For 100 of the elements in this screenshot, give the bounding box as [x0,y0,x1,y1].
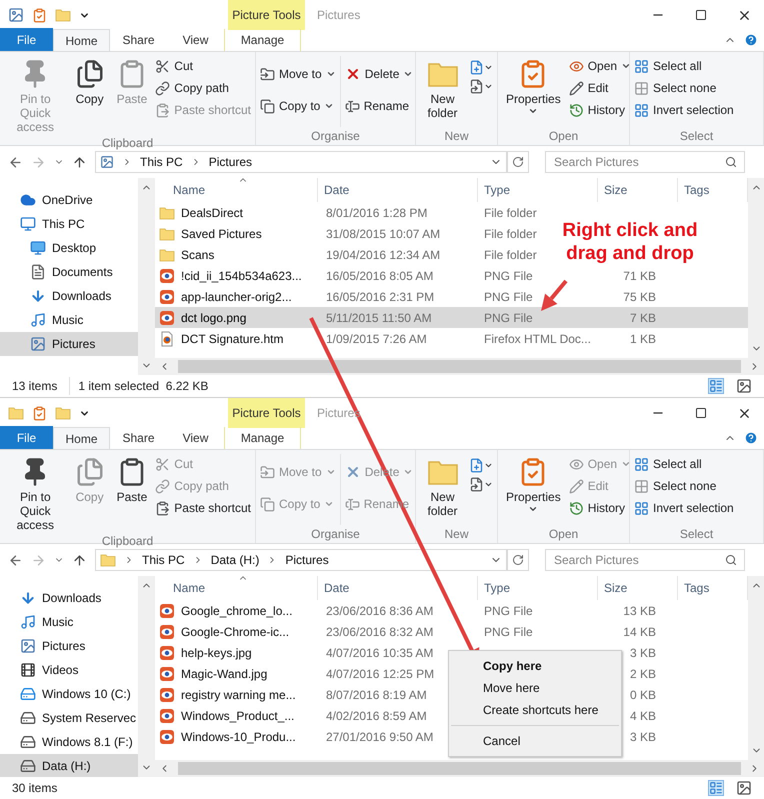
file-name[interactable]: DealsDirect [181,204,244,222]
refresh-button[interactable] [507,549,529,571]
breadcrumb[interactable]: This PC [142,551,185,569]
column-header[interactable]: Size [598,178,678,202]
ribbon-tab[interactable]: Share [110,29,167,51]
ribbon-button[interactable]: Copy to [260,96,336,116]
ribbon-button[interactable]: Properties [502,454,565,525]
ribbon-button[interactable]: Select all [634,56,734,76]
column-header[interactable]: Type [478,178,598,202]
column-header[interactable]: Date [318,576,478,600]
column-header[interactable]: Size [598,576,678,600]
easy-access-button[interactable] [469,79,493,94]
file-name[interactable]: dct logo.png [181,308,246,326]
ribbon-tab[interactable]: Home [53,29,110,51]
file-name[interactable]: Windows_Product_... [181,706,294,724]
nav-item[interactable]: System Reservec [0,706,138,730]
ribbon-button[interactable]: Invert selection [634,498,734,518]
file-name[interactable]: Google_chrome_lo... [181,602,292,620]
ribbon-button[interactable]: Edit [568,78,632,98]
nav-item[interactable]: Pictures [0,332,138,356]
nav-item[interactable]: Downloads [0,586,138,610]
help-icon[interactable] [744,431,758,445]
ribbon-button[interactable]: Cut [155,56,251,76]
ribbon-button[interactable]: Move to [260,64,336,84]
ribbon-button[interactable]: Select none [634,78,734,98]
column-header[interactable]: Date [318,178,478,202]
file-name[interactable]: Google-Chrome-ic... [181,622,290,640]
ribbon-tab[interactable]: Share [110,427,167,449]
horizontal-scroll-bar[interactable] [155,760,764,777]
breadcrumb[interactable]: Pictures [285,551,329,569]
ribbon-tab[interactable]: View [167,427,224,449]
file-tab[interactable]: File [0,426,53,449]
ribbon-tab[interactable]: Home [53,427,110,449]
nav-item[interactable]: Desktop [0,236,138,260]
nav-item[interactable]: Windows 8.1 (F:) [0,730,138,754]
nav-item[interactable]: Music [0,610,138,634]
file-name[interactable]: Windows-10_Produ... [181,728,296,746]
refresh-button[interactable] [507,151,529,173]
nav-item[interactable]: Music [0,308,138,332]
ribbon-button[interactable]: Copy [70,56,109,134]
ribbon-button[interactable]: Select none [634,476,734,496]
ribbon-button[interactable]: History [568,498,632,518]
ribbon-button[interactable]: Pin to Quick access [4,454,67,532]
details-view-icon[interactable] [708,780,724,796]
column-header[interactable]: Name [155,178,318,202]
help-icon[interactable] [744,33,758,47]
ribbon-button[interactable]: Paste [112,454,152,532]
menu-item[interactable]: Cancel [449,730,621,752]
ribbon-tab[interactable]: View [167,29,224,51]
menu-item[interactable]: Move here [449,677,621,699]
column-header[interactable]: Name [155,576,318,600]
nav-item[interactable]: Windows 10 (C:) [0,682,138,706]
ribbon-tab[interactable]: Manage [224,427,301,449]
ribbon-button[interactable]: Open [568,56,632,76]
file-name[interactable]: !cid_ii_154b534a623... [181,266,302,284]
ribbon-button[interactable]: History [568,100,632,120]
back-icon[interactable] [8,154,23,170]
file-name[interactable]: Scans [181,246,214,264]
address-bar[interactable]: This PC Data (H:) Pictures [95,549,507,571]
file-name[interactable]: help-keys.jpg [181,644,252,662]
new-item-button[interactable] [469,60,493,75]
column-header[interactable]: Type [478,576,598,600]
file-tab[interactable]: File [0,28,53,51]
ribbon-button[interactable]: Rename [344,96,414,116]
nav-item[interactable]: Documents [0,260,138,284]
horizontal-scroll-bar[interactable] [155,358,764,375]
breadcrumb[interactable]: Data (H:) [210,551,260,569]
address-bar[interactable]: This PC Pictures [95,151,507,173]
ribbon-tab[interactable]: Manage [224,29,301,51]
nav-item[interactable]: Pictures [0,634,138,658]
file-name[interactable]: Magic-Wand.jpg [181,664,268,682]
breadcrumb[interactable]: Pictures [208,153,252,171]
back-icon[interactable] [8,552,23,568]
nav-item[interactable]: Videos [0,658,138,682]
maximize-icon[interactable] [695,407,707,419]
breadcrumb[interactable]: This PC [140,153,183,171]
file-name[interactable]: app-launcher-orig2... [181,288,292,306]
ribbon-button[interactable]: Paste shortcut [155,498,251,518]
ribbon-button[interactable]: New folder [420,454,465,525]
search-field[interactable]: Search Pictures [545,549,745,571]
ribbon-button[interactable]: Delete [344,64,414,84]
file-name[interactable]: DCT Signature.htm [181,330,284,348]
easy-access-button[interactable] [469,477,493,492]
nav-item[interactable]: Data (H:) [0,754,138,777]
ribbon-button[interactable]: Copy path [155,78,251,98]
new-item-button[interactable] [469,458,493,473]
ribbon-button[interactable]: Invert selection [634,100,734,120]
nav-item[interactable]: Downloads [0,284,138,308]
file-name[interactable]: Saved Pictures [181,224,262,242]
menu-item[interactable]: Copy here [449,655,621,677]
details-view-icon[interactable] [708,378,724,394]
nav-item[interactable]: OneDrive [0,188,138,212]
ribbon-button[interactable]: Select all [634,454,734,474]
ribbon-button[interactable]: New folder [420,56,465,127]
maximize-icon[interactable] [695,9,707,21]
nav-item[interactable]: This PC [0,212,138,236]
menu-item[interactable]: Create shortcuts here [449,699,621,721]
search-field[interactable]: Search Pictures [545,151,745,173]
ribbon-button[interactable]: Properties [502,56,565,127]
large-icons-view-icon[interactable] [736,378,752,394]
